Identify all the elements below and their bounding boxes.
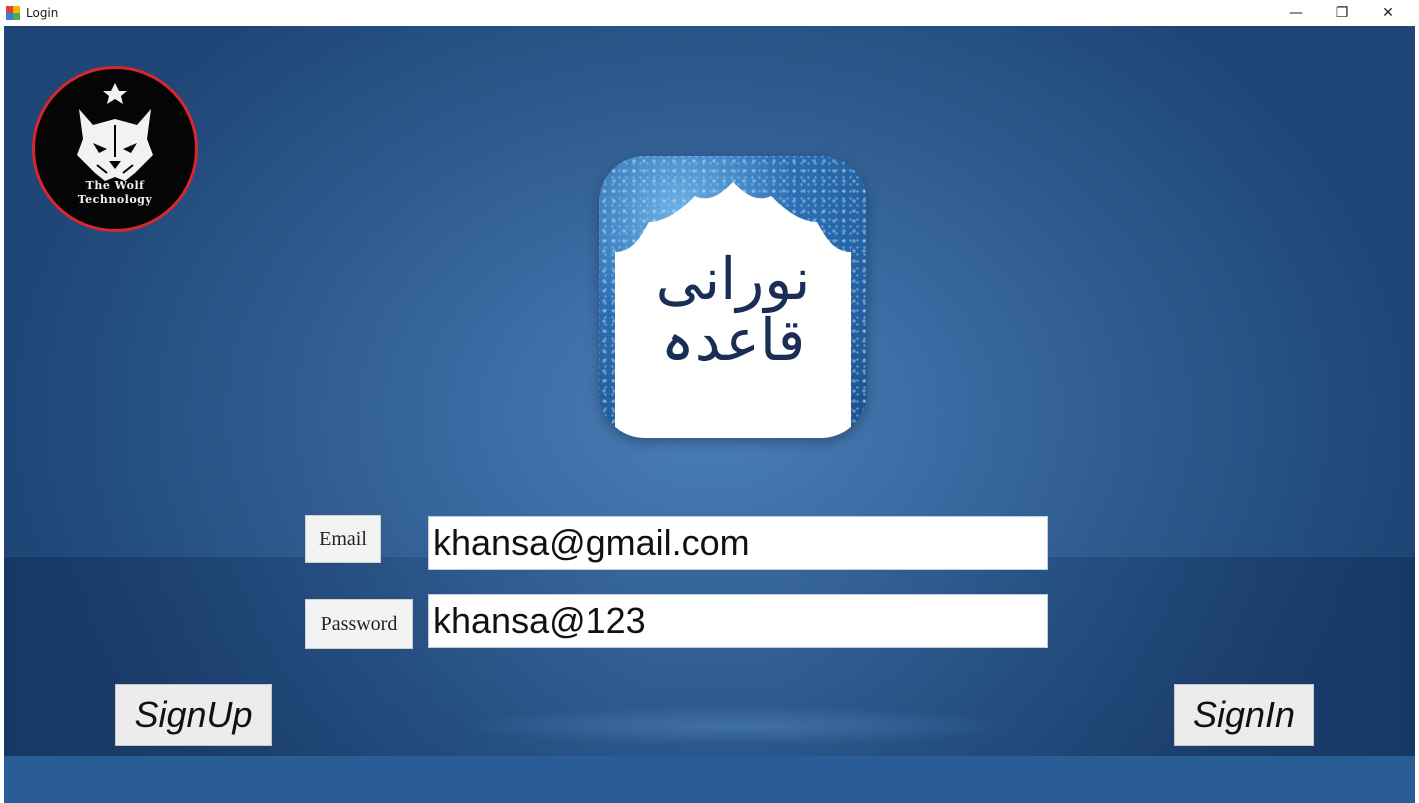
maximize-button[interactable]: ❐ (1319, 0, 1365, 26)
password-field[interactable] (428, 594, 1048, 648)
tile-calligraphy-wrap: نورانی قاعدہ (615, 182, 851, 438)
maximize-icon: ❐ (1335, 5, 1349, 21)
arabic-calligraphy-icon: نورانی قاعدہ (655, 245, 811, 374)
password-label: Password (305, 599, 413, 649)
login-form: The Wolf Technology نورانی قاعدہ Email P… (4, 26, 1415, 803)
email-field[interactable] (428, 516, 1048, 570)
bottom-strip (4, 756, 1415, 803)
logo-line-1: The Wolf (85, 179, 145, 192)
app-logo-tile: نورانی قاعدہ (599, 156, 867, 438)
signin-button[interactable]: SignIn (1174, 684, 1314, 746)
window-title: Login (26, 6, 59, 20)
minimize-icon: — (1289, 5, 1303, 21)
close-icon: ✕ (1382, 5, 1394, 21)
signup-button[interactable]: SignUp (115, 684, 272, 746)
minimize-button[interactable]: — (1273, 0, 1319, 26)
title-bar: Login — ❐ ✕ (0, 0, 1419, 26)
logo-line-2: Technology (77, 193, 153, 206)
decorative-glow (459, 706, 1019, 746)
app-icon (6, 6, 20, 20)
email-label: Email (305, 515, 381, 563)
company-logo: The Wolf Technology (32, 66, 198, 232)
close-button[interactable]: ✕ (1365, 0, 1411, 26)
